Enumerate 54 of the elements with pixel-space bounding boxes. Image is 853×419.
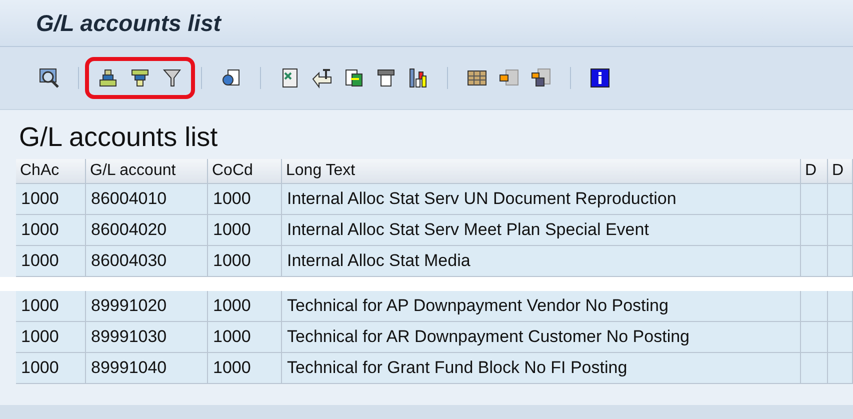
table-cell: 1000 <box>208 215 282 246</box>
table-cell <box>801 322 828 353</box>
table-cell: Internal Alloc Stat Media <box>282 246 801 277</box>
window-title: G/L accounts list <box>36 10 221 36</box>
table-cell <box>828 291 853 322</box>
table-cell: Internal Alloc Stat Serv Meet Plan Special Event <box>282 215 801 246</box>
table-cell: 1000 <box>16 291 86 322</box>
info-icon[interactable] <box>589 67 611 89</box>
table-cell <box>801 215 828 246</box>
table-cell: Internal Alloc Stat Serv UN Document Reproduction <box>282 184 801 215</box>
table-cell: Technical for Grant Fund Block No FI Posting <box>282 353 801 384</box>
magnifier-icon[interactable] <box>38 67 60 89</box>
table-cell <box>801 184 828 215</box>
export-icon[interactable] <box>343 67 365 89</box>
table-cell: 1000 <box>208 246 282 277</box>
table-cell: 1000 <box>16 215 86 246</box>
table-cell: 86004010 <box>86 184 208 215</box>
table-cell <box>801 291 828 322</box>
table-cell <box>828 246 853 277</box>
bar-chart-icon[interactable] <box>407 67 429 89</box>
table-cell: 1000 <box>16 353 86 384</box>
table-cell: 1000 <box>208 184 282 215</box>
table-cell: 1000 <box>208 322 282 353</box>
table-cell: 1000 <box>208 353 282 384</box>
table-cell: 89991030 <box>86 322 208 353</box>
sort-ascending-icon[interactable] <box>97 67 119 89</box>
table-cell: 1000 <box>16 246 86 277</box>
table-cell <box>828 353 853 384</box>
table-cell: 1000 <box>208 291 282 322</box>
column-header[interactable]: CoCd <box>208 159 282 184</box>
table-cell: 1000 <box>16 322 86 353</box>
column-header[interactable]: Long Text <box>282 159 801 184</box>
column-header[interactable]: G/L account <box>86 159 208 184</box>
table-cell: Technical for AR Downpayment Customer No Posting <box>282 322 801 353</box>
table-cell <box>801 246 828 277</box>
table-cell <box>828 184 853 215</box>
table-cell: 89991020 <box>86 291 208 322</box>
table-cell: 89991040 <box>86 353 208 384</box>
table-cell: 86004030 <box>86 246 208 277</box>
table-cell <box>801 353 828 384</box>
filter-icon[interactable] <box>161 67 183 89</box>
table-cell: 1000 <box>16 184 86 215</box>
table-cell: Technical for AP Downpayment Vendor No Posting <box>282 291 801 322</box>
column-header[interactable]: ChAc <box>16 159 86 184</box>
column-header[interactable]: D <box>801 159 828 184</box>
table-cell <box>828 215 853 246</box>
table-cell: 86004020 <box>86 215 208 246</box>
list-title: G/L accounts list <box>19 122 219 153</box>
table-cell <box>828 322 853 353</box>
column-header[interactable]: D <box>828 159 853 184</box>
layout-save-icon[interactable] <box>530 67 552 89</box>
text-export-icon[interactable] <box>311 67 333 89</box>
sort-descending-icon[interactable] <box>129 67 151 89</box>
print-icon[interactable] <box>375 67 397 89</box>
